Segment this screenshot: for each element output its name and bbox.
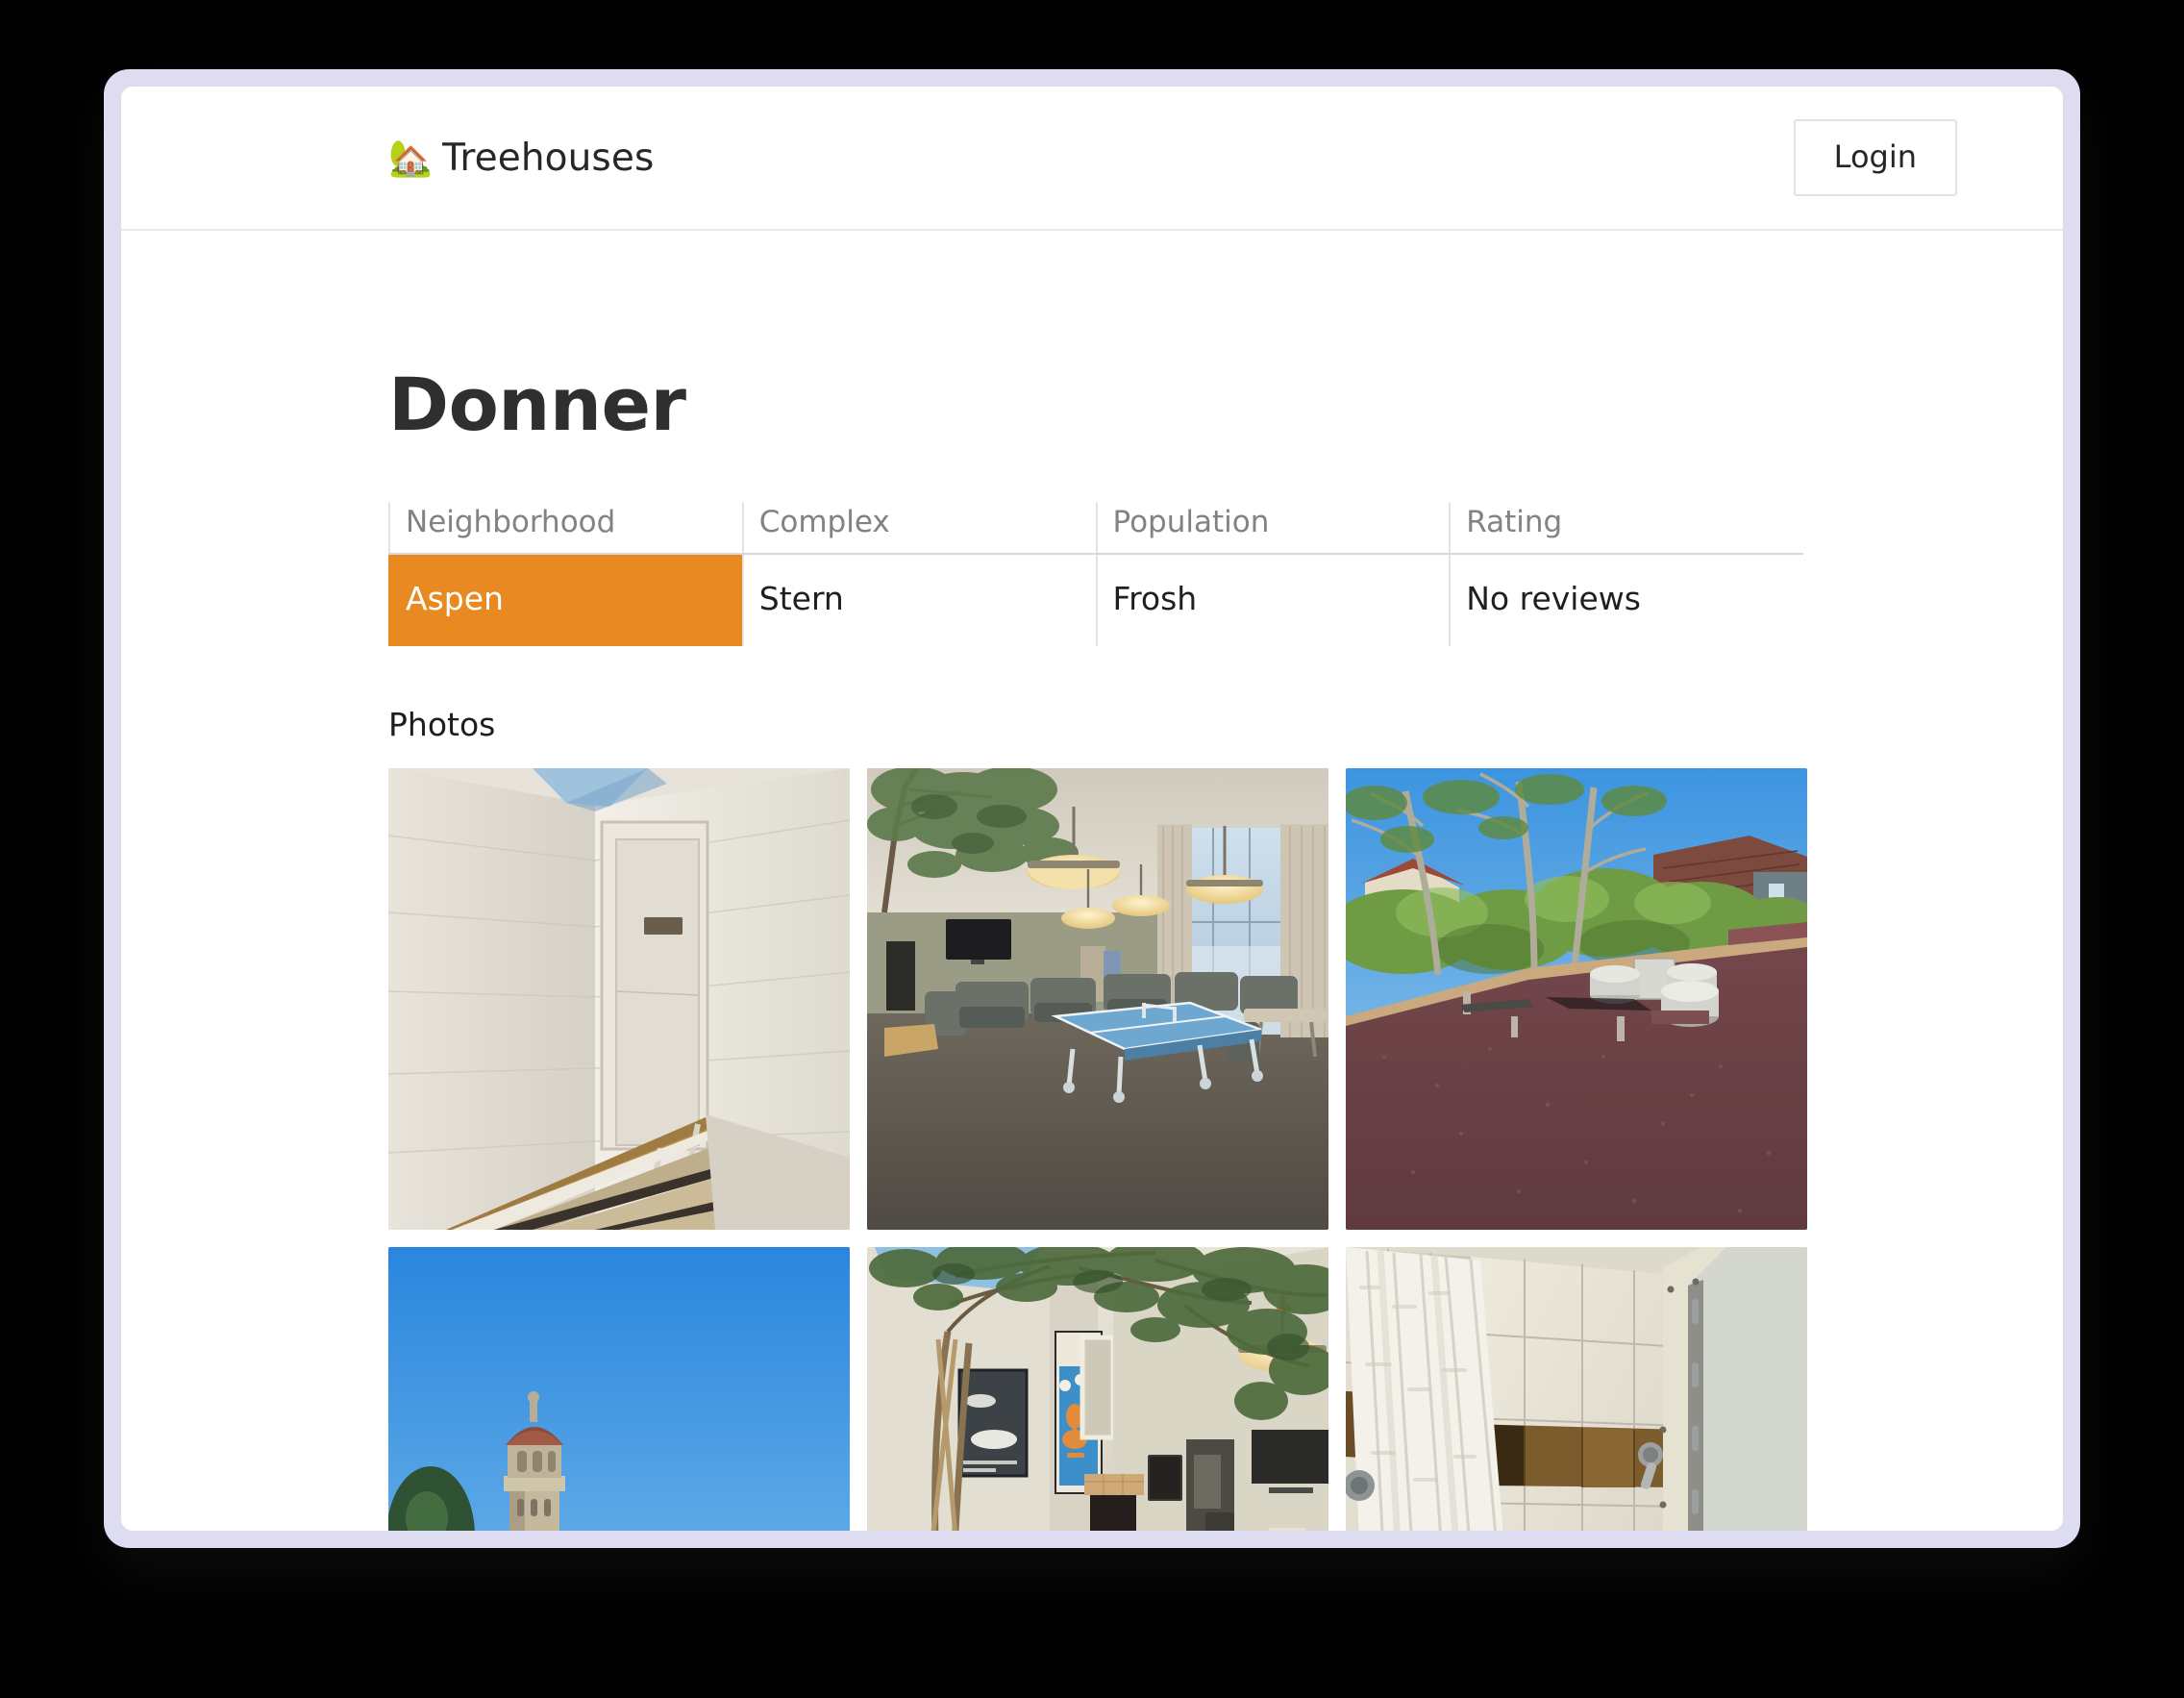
browser-window: 🏡 Treehouses Login Donner Neighborhood C… (104, 69, 2080, 1548)
table-header-row: Neighborhood Complex Population Rating (389, 503, 1803, 554)
photo-grid (388, 768, 1807, 1531)
brand-logo[interactable]: 🏡 Treehouses (388, 137, 654, 180)
page-body: Donner Neighborhood Complex Population R… (121, 368, 2063, 1531)
site-header: 🏡 Treehouses Login (121, 87, 2063, 231)
column-header-rating: Rating (1450, 503, 1803, 554)
column-header-neighborhood: Neighborhood (389, 503, 743, 554)
login-button[interactable]: Login (1794, 119, 1957, 195)
treehouse-icon: 🏡 (388, 140, 433, 176)
page-viewport: 🏡 Treehouses Login Donner Neighborhood C… (121, 87, 2063, 1531)
photo-lounge-with-ping-pong-table[interactable] (867, 768, 1328, 1230)
table-row: Aspen Stern Frosh No reviews (389, 554, 1803, 646)
brand-name: Treehouses (442, 137, 654, 180)
cell-population: Frosh (1097, 554, 1451, 646)
facts-table: Neighborhood Complex Population Rating A… (388, 503, 1803, 646)
photos-heading: Photos (388, 706, 2063, 743)
photo-lounge-with-indoor-tree-and-fireplace[interactable] (867, 1247, 1328, 1531)
cell-rating: No reviews (1450, 554, 1803, 646)
photo-stairwell-with-white-door[interactable] (388, 768, 850, 1230)
column-header-complex: Complex (743, 503, 1097, 554)
photo-hoover-tower-over-trees[interactable] (388, 1247, 850, 1531)
cell-complex: Stern (743, 554, 1097, 646)
photo-tiled-shower-stall[interactable] (1346, 1247, 1807, 1531)
page-title: Donner (388, 368, 2063, 441)
cell-neighborhood[interactable]: Aspen (389, 554, 743, 646)
photo-rooftop-with-vents[interactable] (1346, 768, 1807, 1230)
column-header-population: Population (1097, 503, 1451, 554)
